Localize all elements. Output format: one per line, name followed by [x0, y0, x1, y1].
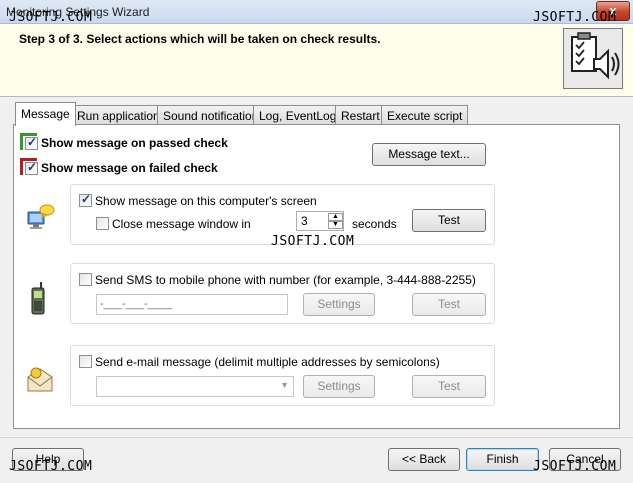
tab-restart[interactable]: Restart [335, 105, 386, 125]
tab-execute-script[interactable]: Execute script [381, 105, 469, 125]
back-button[interactable]: << Back [388, 448, 460, 471]
watermark-bottom-left: JSOFTJ.COM [9, 459, 93, 474]
message-tab-panel: ✓ Show message on passed check ✓ Show me… [13, 124, 620, 429]
email-icon [24, 365, 56, 395]
footer-separator [0, 437, 633, 438]
step-description: Step 3 of 3. Select actions which will b… [19, 32, 381, 46]
email-settings-button[interactable]: Settings [303, 375, 375, 398]
email-test-button[interactable]: Test [412, 375, 486, 398]
tab-sound-notification[interactable]: Sound notification [157, 105, 265, 125]
email-label: Send e-mail message (delimit multiple ad… [95, 355, 440, 369]
seconds-spinner[interactable]: 3 ▲ ▼ [296, 211, 344, 231]
email-checkbox[interactable] [79, 355, 92, 368]
passed-label: Show message on passed check [41, 136, 228, 150]
finish-button[interactable]: Finish [466, 448, 539, 471]
watermark-top-left: JSOFTJ.COM [9, 10, 93, 25]
spin-up-icon[interactable]: ▲ [328, 213, 343, 221]
computer-message-icon [24, 202, 56, 234]
failed-checkbox[interactable]: ✓ [25, 160, 38, 175]
sms-checkbox[interactable] [79, 273, 92, 286]
sms-label: Send SMS to mobile phone with number (fo… [95, 273, 476, 287]
email-address-combo[interactable]: ▼ [96, 376, 294, 397]
checklist-speaker-icon [563, 28, 623, 89]
show-on-screen-checkbox[interactable]: ✓ [79, 192, 92, 207]
spin-down-icon[interactable]: ▼ [328, 221, 343, 229]
phone-number-input[interactable]: -___-___-____ [96, 294, 288, 315]
sms-test-button[interactable]: Test [412, 293, 486, 316]
message-text-button[interactable]: Message text... [372, 143, 486, 166]
passed-checkbox[interactable]: ✓ [25, 135, 38, 150]
watermark-bottom-right: JSOFTJ.COM [533, 459, 617, 474]
tab-message[interactable]: Message [15, 102, 76, 126]
failed-label: Show message on failed check [41, 161, 218, 175]
screen-test-button[interactable]: Test [412, 209, 486, 232]
tab-run-application[interactable]: Run application [71, 105, 166, 125]
seconds-value: 3 [301, 214, 308, 228]
tab-log-eventlog[interactable]: Log, EventLog [253, 105, 343, 125]
watermark-center: JSOFTJ.COM [271, 234, 355, 249]
close-window-label: Close message window in [112, 217, 251, 231]
wizard-header: Step 3 of 3. Select actions which will b… [0, 24, 633, 97]
sms-settings-button[interactable]: Settings [303, 293, 375, 316]
watermark-top-right: JSOFTJ.COM [533, 10, 617, 25]
mobile-phone-icon [30, 282, 50, 316]
seconds-label: seconds [352, 217, 397, 231]
close-window-checkbox[interactable] [96, 217, 109, 230]
chevron-down-icon[interactable]: ▼ [280, 380, 289, 390]
show-on-screen-label: Show message on this computer's screen [95, 194, 317, 208]
